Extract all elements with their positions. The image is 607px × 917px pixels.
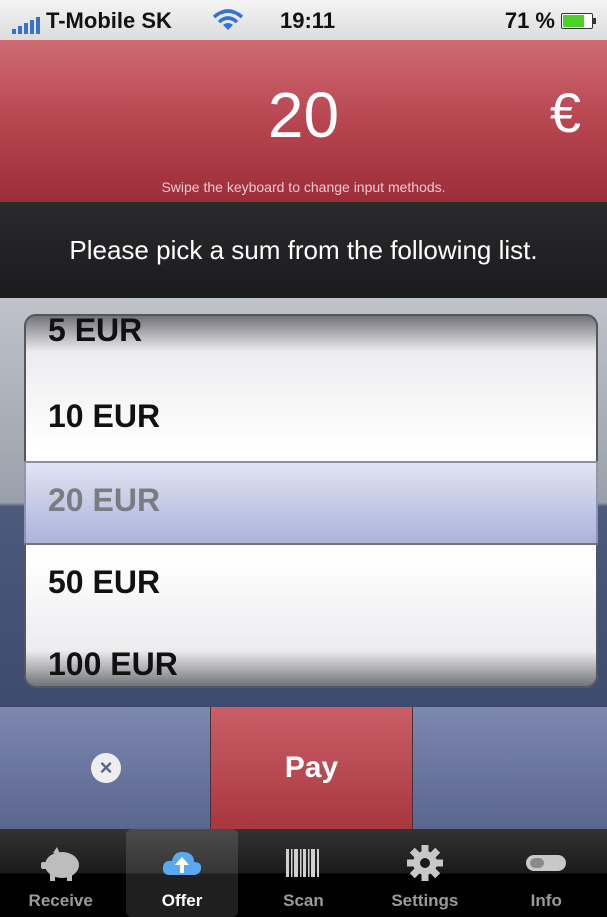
picker-option-selected[interactable]: 20 EUR [48,482,160,519]
clock: 19:11 [280,8,336,33]
picker-area: 5 EUR 10 EUR 20 EUR 50 EUR 100 EUR [0,298,607,707]
wifi-icon [212,9,244,30]
tab-label: Info [530,891,562,910]
cloud-upload-icon [162,851,202,875]
pay-button[interactable]: Pay [210,707,413,829]
action-row: × Pay [0,707,607,829]
picker-option[interactable]: 50 EUR [48,564,160,601]
battery-group: 71 % [504,8,596,34]
status-bar: T-Mobile SK 19:11 71 % [0,0,607,40]
carrier-group: T-Mobile SK [12,8,172,34]
tab-scan[interactable]: Scan [247,829,359,917]
instruction-text: Please pick a sum from the following lis… [0,202,607,298]
battery-icon [561,13,596,29]
picker-option[interactable]: 5 EUR [48,314,142,349]
carrier-name: T-Mobile SK [46,8,172,33]
cancel-button[interactable]: × [0,707,210,829]
tab-bar: Receive Offer Scan Settings Info [0,829,607,917]
currency-symbol: € [549,81,581,144]
piggy-bank-icon [40,847,79,881]
tab-label: Offer [161,891,203,910]
toggle-icon [526,855,567,871]
tab-label: Scan [283,891,324,910]
amount-value: 20 [267,79,340,151]
amount-display: 20 € Swipe the keyboard to change input … [0,40,607,202]
empty-action-slot [413,707,607,829]
tab-settings[interactable]: Settings [369,829,481,917]
tab-offer[interactable]: Offer [126,829,239,917]
battery-percent: 71 % [504,8,555,33]
sum-picker-wheel[interactable]: 5 EUR 10 EUR 20 EUR 50 EUR 100 EUR [24,314,598,688]
tab-info[interactable]: Info [490,829,602,917]
picker-option[interactable]: 10 EUR [48,398,160,435]
barcode-icon [286,849,320,877]
tab-label: Receive [28,891,93,910]
swipe-hint: Swipe the keyboard to change input metho… [161,179,446,195]
tab-label: Settings [391,891,459,910]
tab-receive[interactable]: Receive [5,829,117,917]
signal-icon [12,16,40,34]
gear-icon [406,845,443,881]
close-icon: × [91,753,121,783]
picker-option[interactable]: 100 EUR [48,646,178,683]
